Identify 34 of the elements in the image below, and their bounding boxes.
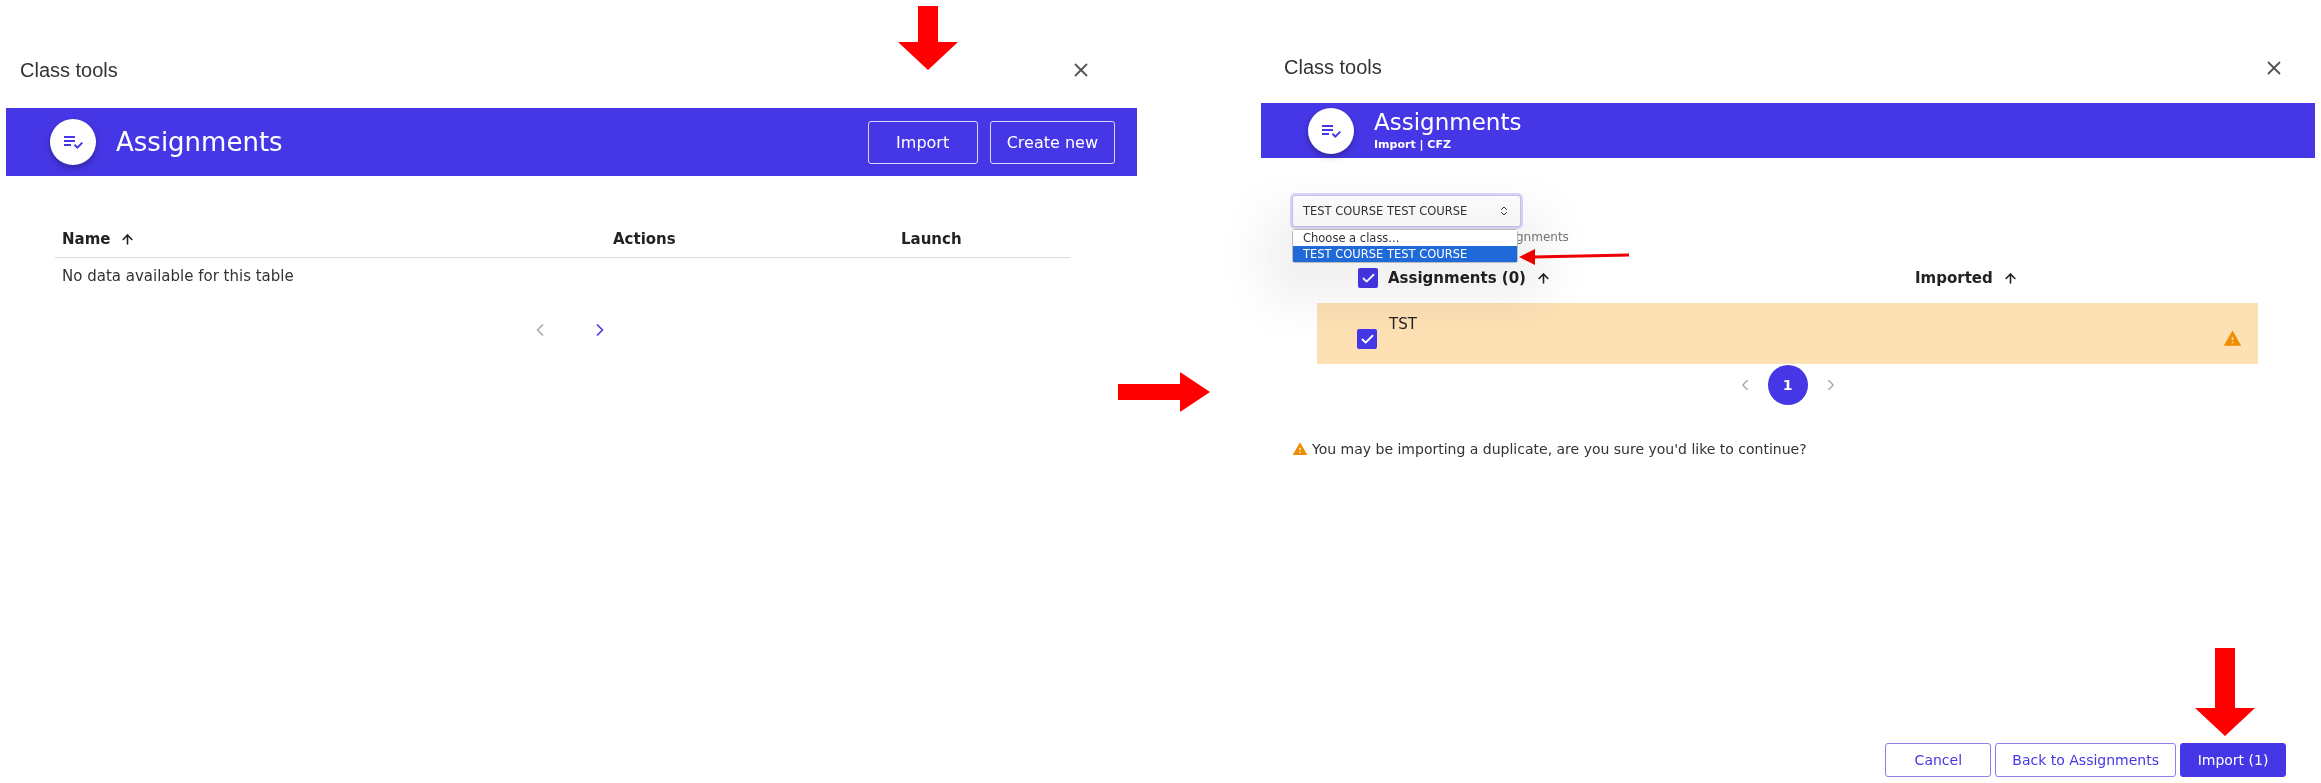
- column-header: Name: [62, 230, 111, 248]
- column-header: Actions: [613, 230, 676, 248]
- checklist-icon: [50, 119, 96, 165]
- dialog-title: Class tools: [20, 58, 118, 82]
- checkbox[interactable]: [1358, 268, 1378, 288]
- section-title: Assignments: [1374, 109, 1522, 136]
- section-title: Assignments: [116, 127, 283, 157]
- table-row[interactable]: TST: [1317, 303, 2258, 364]
- class-select[interactable]: TEST COURSE TEST COURSE: [1292, 195, 1521, 227]
- warning-message: You may be importing a duplicate, are you sure you'd like to continue?: [1312, 441, 1807, 457]
- assignment-name: TST: [1389, 315, 1417, 333]
- annotation-arrow: [898, 6, 958, 70]
- sort-arrow-icon[interactable]: [1536, 270, 1551, 286]
- column-header: Imported: [1915, 269, 1993, 287]
- checklist-icon: [1308, 107, 1354, 154]
- page-number[interactable]: 1: [1767, 365, 1808, 405]
- footer-button[interactable]: Import (1): [2180, 743, 2286, 777]
- sort-arrow-icon[interactable]: [2002, 270, 2018, 286]
- column-header: Launch: [901, 230, 962, 248]
- header-button[interactable]: Import: [867, 120, 978, 164]
- up-down-caret-icon: [1498, 205, 1510, 217]
- column-header: Assignments (0): [1388, 269, 1526, 287]
- header-button[interactable]: Create new: [989, 120, 1115, 164]
- checkbox[interactable]: [1357, 329, 1377, 349]
- section-subtitle: Import | CFZ: [1374, 138, 1452, 152]
- dialog-title: Class tools: [1284, 56, 1382, 79]
- sort-arrow-icon[interactable]: [120, 231, 136, 247]
- footer-button[interactable]: Cancel: [1885, 743, 1992, 777]
- partial-label: gnments: [1516, 229, 1570, 246]
- footer-button[interactable]: Back to Assignments: [1995, 743, 2176, 777]
- empty-message: No data available for this table: [61, 266, 295, 287]
- dropdown-option[interactable]: Choose a class...: [1293, 230, 1517, 246]
- warning-icon: [1292, 441, 1308, 457]
- dropdown-option[interactable]: TEST COURSE TEST COURSE: [1293, 246, 1517, 262]
